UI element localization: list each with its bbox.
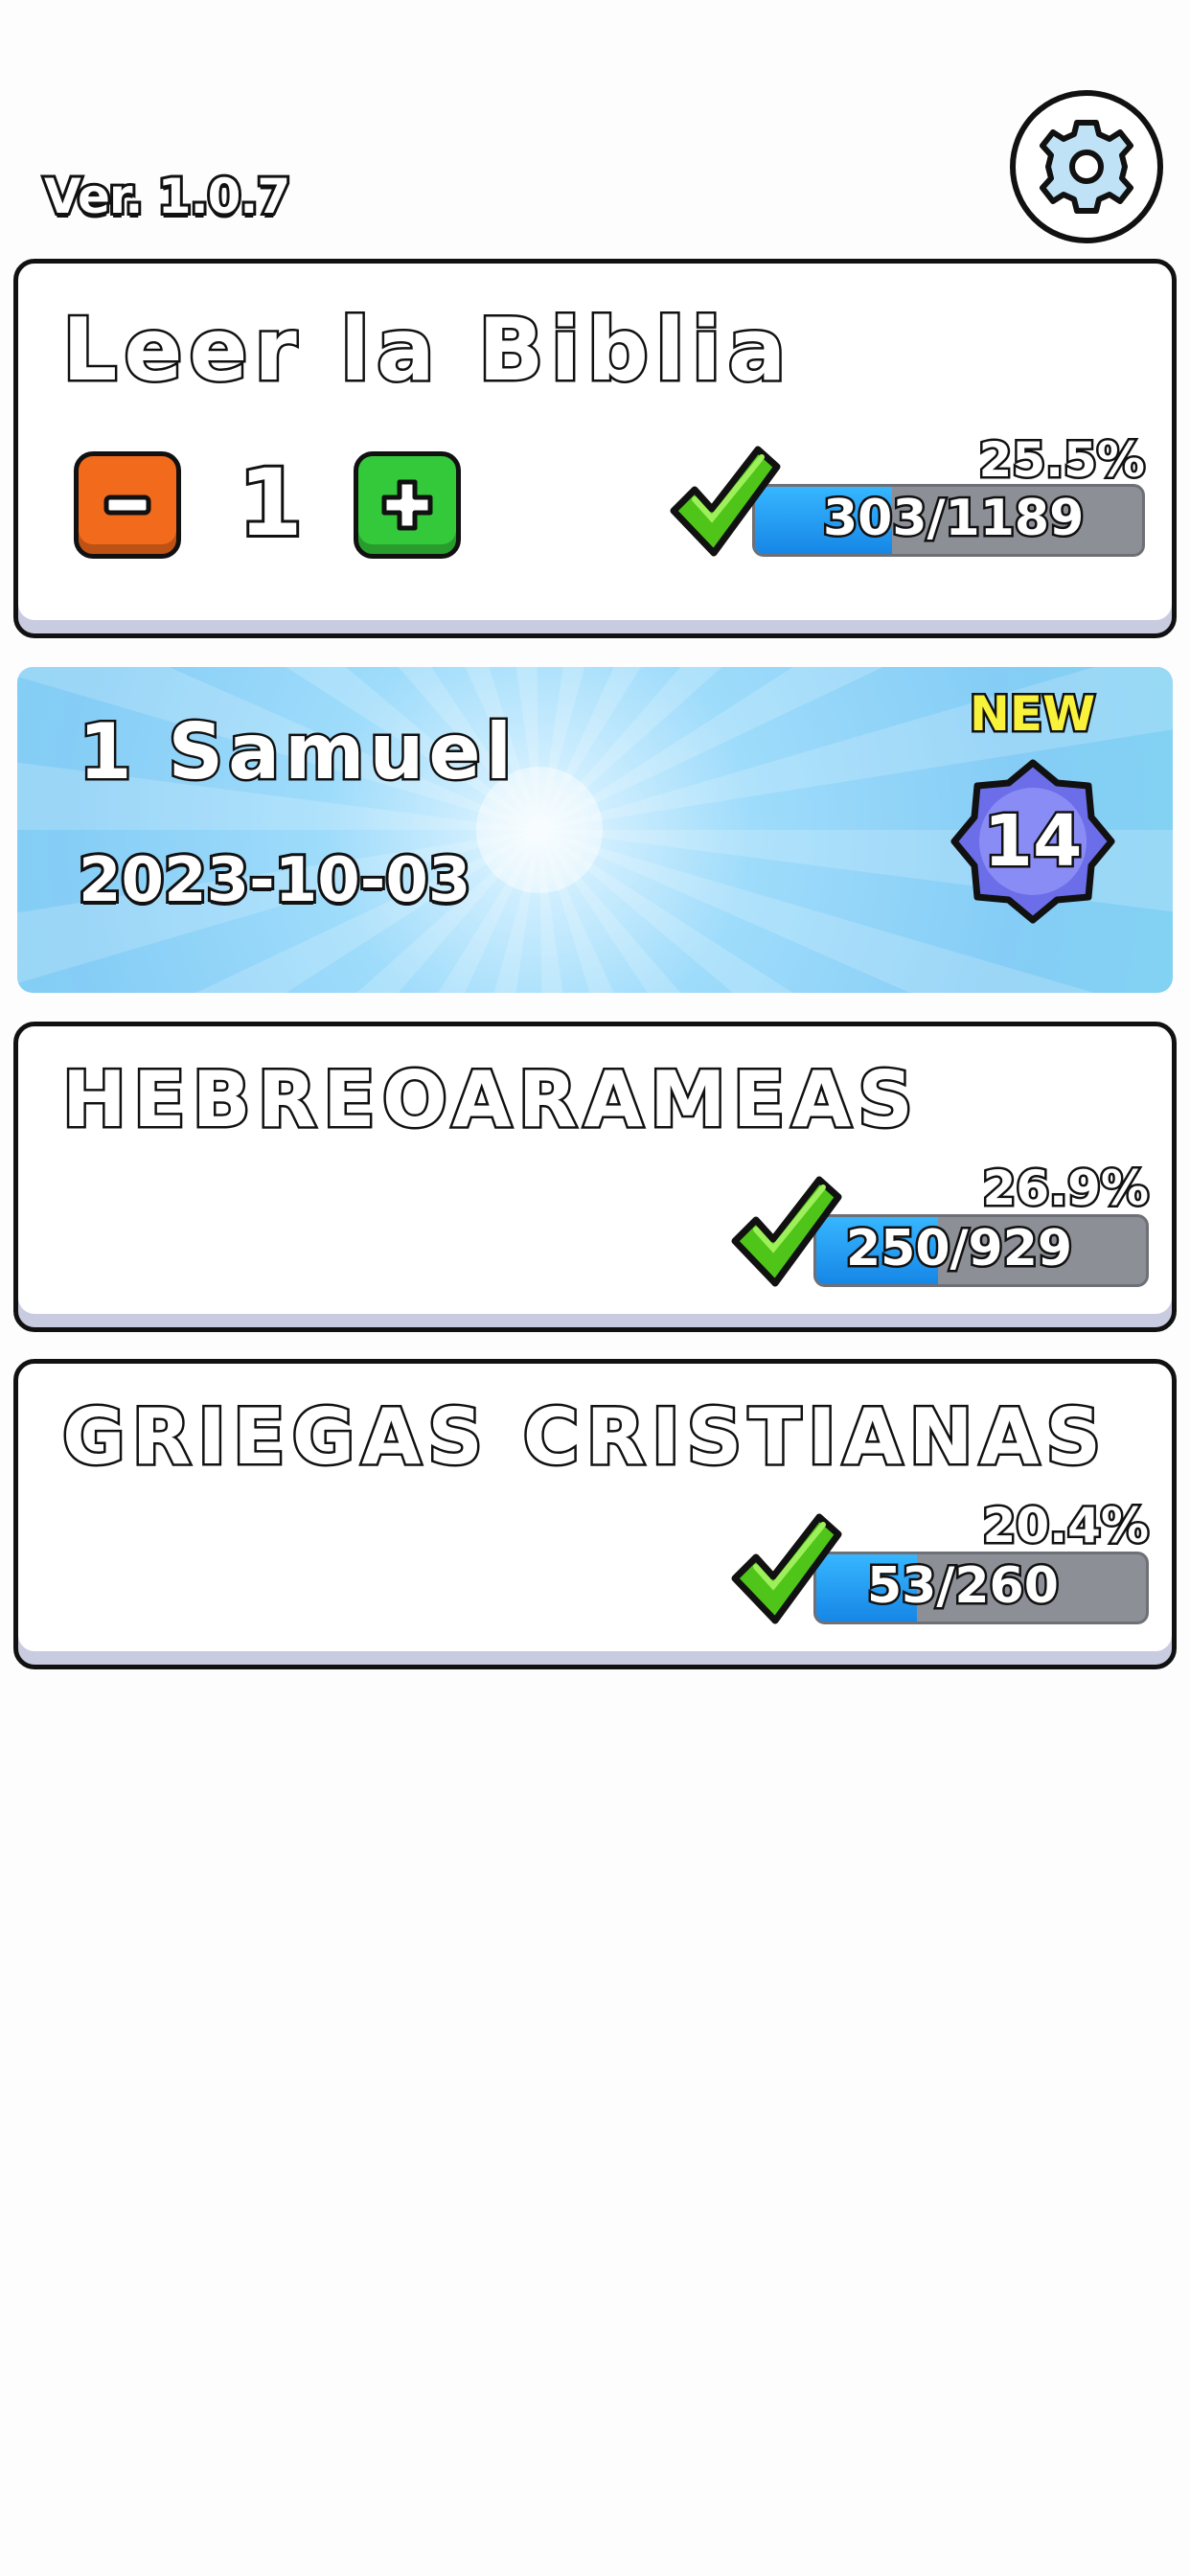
bible-progress: 25.5% 303/1189 [666, 430, 1148, 566]
new-label: NEW [967, 684, 1097, 745]
reading-date: 2023-10-03 [76, 842, 473, 919]
check-icon [670, 446, 781, 557]
progress-count: 250/929 [843, 1218, 1074, 1280]
gear-icon [1040, 120, 1133, 214]
card-title: Leer la Biblia [59, 298, 793, 403]
version-label: Ver. 1.0.7 [41, 166, 293, 227]
increment-button[interactable] [354, 451, 461, 559]
section-title: GRIEGAS CRISTIANAS [59, 1391, 1109, 1484]
plus-icon [381, 479, 433, 531]
progress-percent: 20.4% [980, 1496, 1151, 1556]
check-icon [731, 1513, 842, 1624]
progress-count: 53/260 [865, 1555, 1062, 1618]
progress-percent: 25.5% [976, 430, 1147, 491]
decrement-button[interactable] [74, 451, 181, 559]
section-card-griegas-cristianas[interactable]: GRIEGAS CRISTIANAS 20.4% 53/260 [13, 1359, 1177, 1669]
section-card-hebreoarameas[interactable]: HEBREOARAMEAS 26.9% 250/929 [13, 1022, 1177, 1332]
current-reading-banner[interactable]: 1 Samuel 2023-10-03 NEW 14 [17, 667, 1173, 993]
settings-button[interactable] [1010, 90, 1163, 243]
progress-count: 303/1189 [820, 488, 1086, 550]
chapters-per-day-value: 1 [236, 447, 306, 560]
chapter-badge: 14 [947, 755, 1119, 928]
current-book: 1 Samuel [76, 705, 517, 799]
section-progress: 26.9% 250/929 [727, 1159, 1152, 1295]
section-progress: 20.4% 53/260 [727, 1496, 1152, 1632]
badge-number: 14 [981, 798, 1085, 886]
check-icon [731, 1176, 842, 1287]
minus-icon [103, 494, 151, 516]
progress-percent: 26.9% [980, 1159, 1151, 1219]
section-title: HEBREOARAMEAS [60, 1053, 920, 1147]
bible-reading-card: Leer la Biblia 1 25.5% 303/1189 [13, 259, 1177, 638]
